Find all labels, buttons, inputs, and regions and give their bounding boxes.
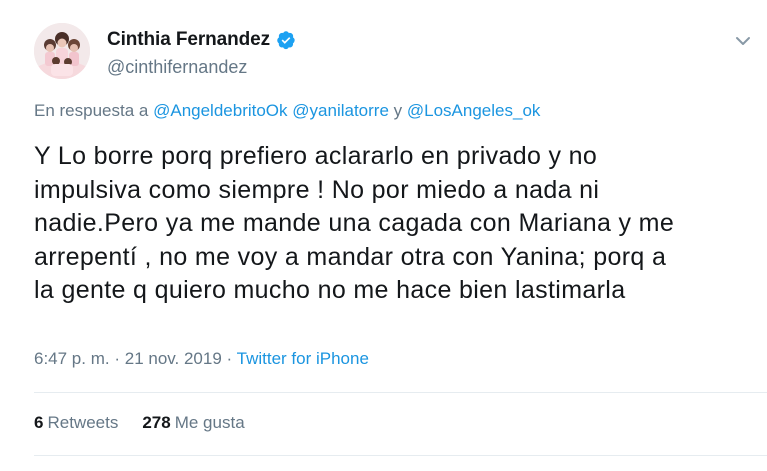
avatar[interactable] — [34, 23, 90, 79]
verified-badge-icon — [276, 30, 296, 50]
mention-link-3[interactable]: @LosAngeles_ok — [407, 101, 541, 120]
tweet-text-line: impulsiva como siempre ! No por miedo a … — [34, 175, 600, 204]
meta-separator: · — [114, 349, 121, 368]
reply-context: En respuesta a @AngeldebritoOk @yanilato… — [34, 101, 540, 121]
retweets-label: Retweets — [47, 413, 119, 432]
reply-conjunction: y — [393, 101, 403, 120]
tweet-source-link[interactable]: Twitter for iPhone — [237, 349, 369, 368]
mention-link-2[interactable]: @yanilatorre — [292, 101, 389, 120]
likes-count: 278 — [142, 413, 171, 432]
author-display-name[interactable]: Cinthia Fernandez — [107, 29, 270, 51]
tweet-text-line: la gente q quiero mucho no me hace bien … — [34, 276, 626, 304]
tweet-text-line: Y Lo borre porq prefiero aclararlo en pr… — [34, 142, 598, 170]
likes-label: Me gusta — [174, 413, 245, 432]
meta-separator: · — [226, 349, 233, 368]
tweet-stats: 6 Retweets 278 Me gusta — [34, 413, 245, 433]
divider — [34, 392, 767, 393]
tweet-time[interactable]: 6:47 p. m. — [34, 349, 110, 368]
tweet-text-line: arrepentí , no me voy a mandar otra con … — [34, 242, 667, 271]
mention-link-1[interactable]: @AngeldebritoOk — [153, 101, 287, 120]
chevron-down-icon[interactable] — [731, 29, 755, 53]
likes-stat[interactable]: 278 Me gusta — [142, 413, 244, 433]
retweets-count: 6 — [34, 413, 44, 432]
reply-prefix: En respuesta a — [34, 101, 149, 120]
author-name-row[interactable]: Cinthia Fernandez — [107, 29, 296, 51]
divider — [34, 455, 767, 456]
tweet-text-line: nadie.Pero ya me mande una cagada con Ma… — [34, 209, 675, 237]
tweet-date[interactable]: 21 nov. 2019 — [125, 349, 222, 368]
tweet-metadata: 6:47 p. m. · 21 nov. 2019 · Twitter for … — [34, 349, 369, 369]
author-handle[interactable]: @cinthifernandez — [107, 57, 247, 78]
tweet-text: Y Lo borre porq prefiero aclararlo en pr… — [34, 140, 754, 308]
profile-photo-icon — [34, 23, 90, 79]
retweets-stat[interactable]: 6 Retweets — [34, 413, 118, 433]
tweet-card: Cinthia Fernandez @cinthifernandez En re… — [0, 0, 767, 471]
